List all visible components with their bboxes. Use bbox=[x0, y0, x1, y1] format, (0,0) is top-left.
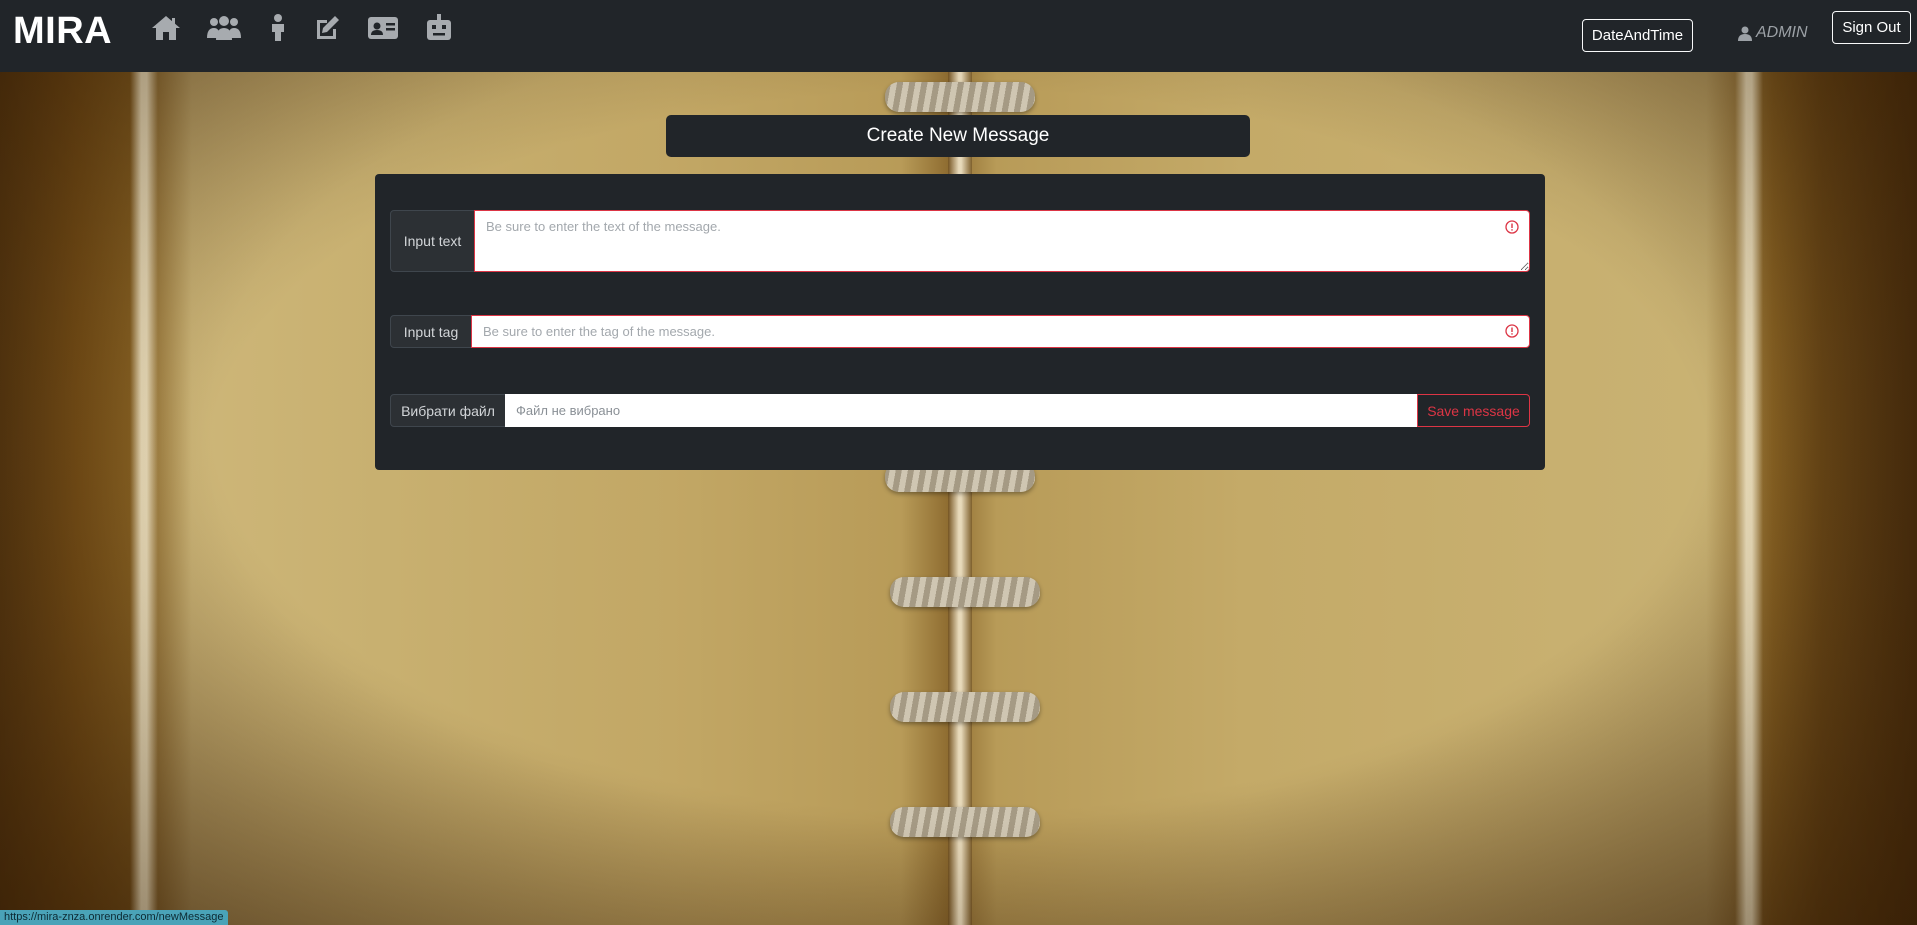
admin-label: ADMIN bbox=[1756, 24, 1808, 41]
edit-icon[interactable] bbox=[309, 12, 345, 44]
top-navbar: MIRA DateAndTime ADMIN Sign Out bbox=[0, 0, 1917, 72]
choose-file-button[interactable]: Вибрати файл bbox=[390, 394, 506, 427]
input-text-label: Input text bbox=[390, 210, 475, 272]
page-title: Create New Message bbox=[666, 115, 1250, 157]
robot-icon[interactable] bbox=[421, 12, 457, 44]
save-message-button[interactable]: Save message bbox=[1417, 394, 1530, 427]
admin-user-link[interactable]: ADMIN bbox=[1738, 22, 1808, 44]
user-icon bbox=[1738, 26, 1752, 41]
message-form: Input text Input tag Вибрати файл Файл н… bbox=[375, 174, 1545, 470]
message-text-input[interactable] bbox=[474, 210, 1530, 272]
users-icon[interactable] bbox=[206, 12, 242, 44]
status-bar-url: https://mira-znza.onrender.com/newMessag… bbox=[0, 910, 228, 925]
brand-logo[interactable]: MIRA bbox=[13, 10, 112, 53]
person-icon[interactable] bbox=[260, 12, 296, 44]
file-name-display[interactable]: Файл не вибрано bbox=[505, 394, 1417, 427]
invalid-warning-icon bbox=[1505, 220, 1519, 234]
home-icon[interactable] bbox=[148, 12, 184, 44]
invalid-warning-icon bbox=[1505, 324, 1519, 338]
sign-out-button[interactable]: Sign Out bbox=[1832, 11, 1911, 44]
date-time-button[interactable]: DateAndTime bbox=[1582, 19, 1693, 52]
id-card-icon[interactable] bbox=[365, 12, 401, 44]
message-tag-input[interactable] bbox=[471, 315, 1530, 348]
input-tag-label: Input tag bbox=[390, 315, 472, 348]
